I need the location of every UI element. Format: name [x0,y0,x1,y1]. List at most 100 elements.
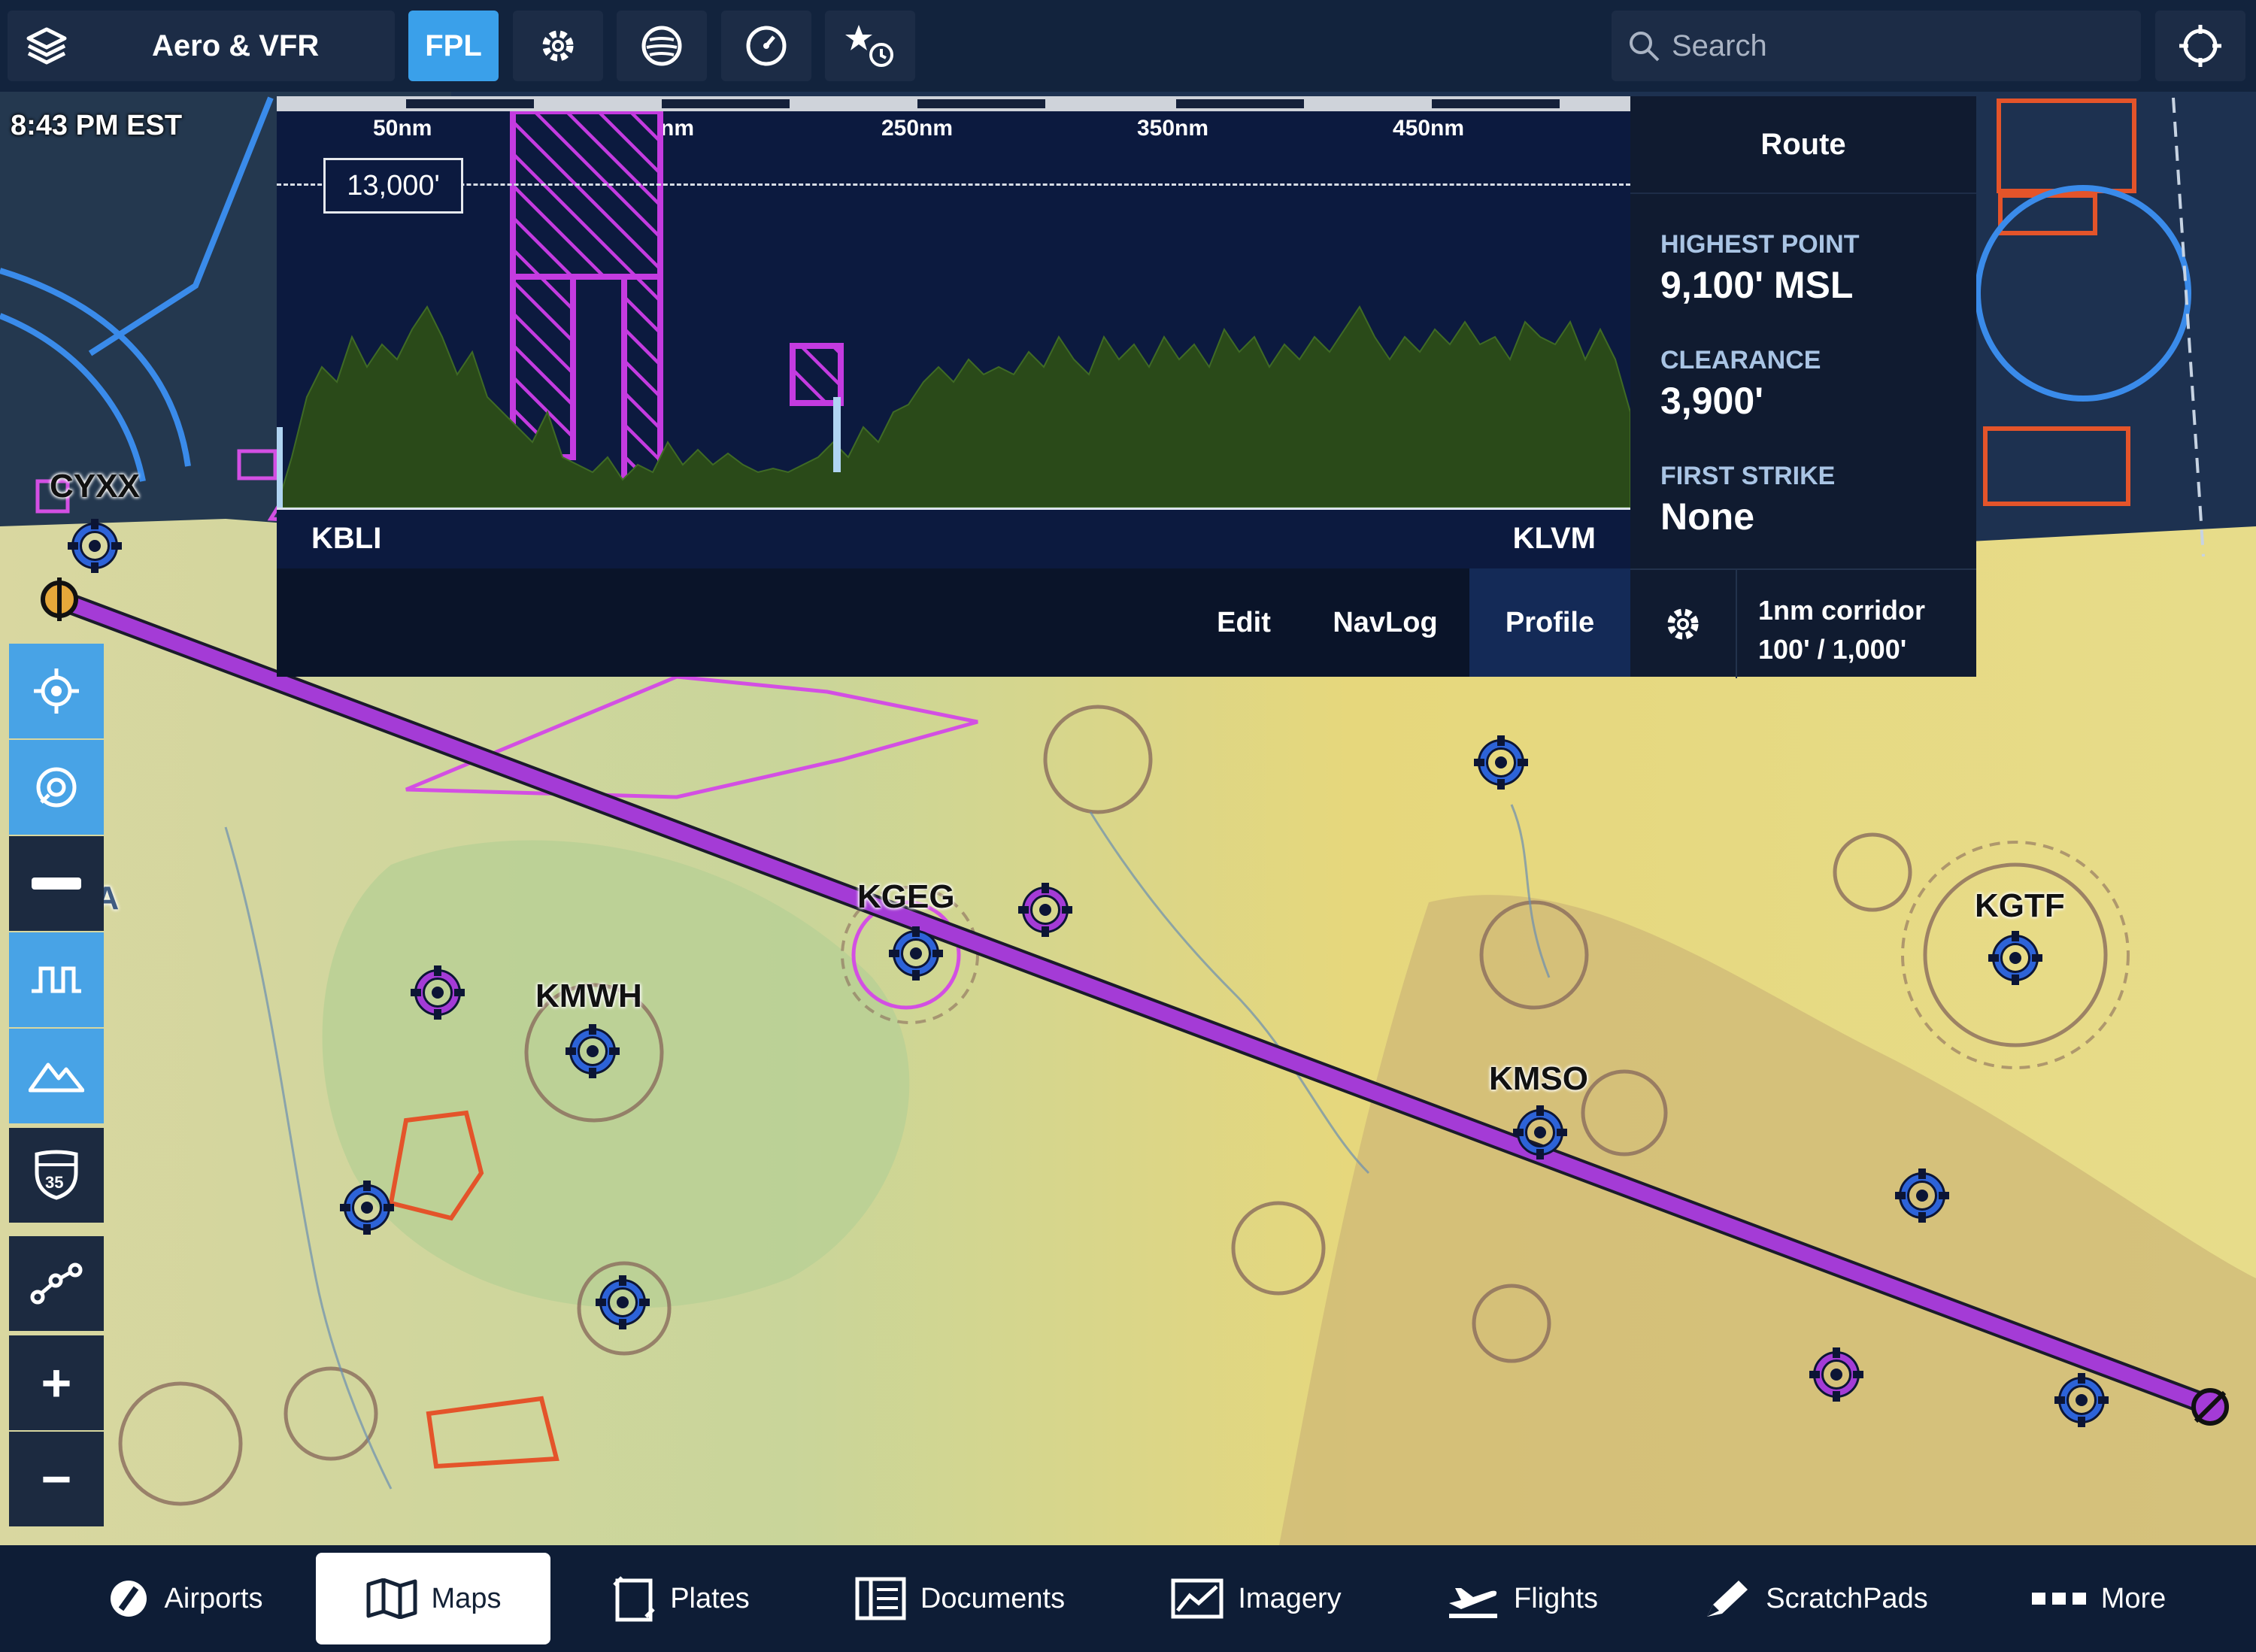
airport-symbol-icon[interactable] [594,1274,651,1331]
layers-button[interactable]: Aero & VFR [8,11,395,81]
track-up-toggle-button[interactable] [9,740,104,835]
cruise-altitude-line [277,183,1630,186]
nav-more[interactable]: More [2015,1553,2181,1644]
airport-symbol-icon[interactable] [338,1179,396,1236]
tab-profile[interactable]: Profile [1469,568,1630,677]
destination-label: KLVM [1512,522,1596,555]
search-icon [1630,32,1660,62]
route-info-panel: Route HIGHEST POINT 9,100' MSL CLEARANCE… [1630,96,1976,678]
highest-point-label: HIGHEST POINT [1660,230,1860,259]
clearance-value: 3,900' [1660,380,1764,422]
nav-documents[interactable]: Documents [839,1553,1080,1644]
top-toolbar: Aero & VFR FPL [0,0,2256,92]
airport-symbol-icon[interactable] [1512,1104,1569,1161]
more-dots-icon [2031,1593,2086,1605]
minus-bar-icon [32,878,81,890]
gear-icon [1667,608,1699,640]
search-input[interactable] [1670,28,2124,64]
nav-flights[interactable]: Flights [1432,1553,1612,1644]
hazard-advisor-button[interactable] [9,836,104,931]
location-target-icon [34,668,79,714]
nav-airports[interactable]: Airports [83,1553,286,1644]
airport-symbol-icon[interactable] [564,1023,621,1080]
airport-symbol-icon[interactable] [1017,881,1074,938]
star-clock-icon [845,25,893,67]
local-time: 8:43 PM EST [11,110,183,141]
route-shield-button[interactable]: 35 [9,1128,104,1223]
document-icon [855,1577,906,1620]
nav-plates[interactable]: Plates [594,1553,767,1644]
search-box[interactable] [1612,11,2141,81]
clearance-label: CLEARANCE [1660,346,1821,374]
airport-label-kgtf: KGTF [1975,887,2065,924]
airplane-takeoff-icon [1449,1588,1498,1618]
route-destination-marker[interactable] [2188,1385,2232,1429]
tab-navlog[interactable]: NavLog [1305,568,1465,677]
origin-label: KBLI [311,522,382,555]
airport-symbol-icon[interactable] [1894,1167,1951,1224]
nav-flights-label: Flights [1514,1582,1598,1614]
route-origin-marker[interactable] [38,577,81,621]
zoom-out-button[interactable]: − [9,1432,104,1526]
airport-symbol-icon[interactable] [2053,1372,2110,1429]
track-up-button[interactable] [2155,11,2245,81]
terrain-profile [277,111,1630,508]
nav-plates-label: Plates [670,1582,750,1614]
nav-airports-label: Airports [164,1582,263,1614]
nav-scratchpads[interactable]: ScratchPads [1687,1553,1943,1644]
shield-number: 35 [45,1173,64,1192]
mountain-icon [29,1062,84,1093]
route-draw-button[interactable] [9,1236,104,1331]
layer-name: Aero & VFR [152,29,320,62]
nav-maps-label: Maps [431,1582,502,1614]
pencil-icon [1707,1581,1748,1617]
weather-globe-icon [641,26,682,66]
chart-image-icon [1171,1578,1224,1619]
first-strike-label: FIRST STRIKE [1660,462,1836,490]
highest-point-value: 9,100' MSL [1660,264,1854,306]
center-on-ownship-button[interactable] [9,644,104,738]
airport-label-kmwh: KMWH [535,978,642,1014]
airport-label-cyxx: CYXX [50,468,140,505]
nav-documents-label: Documents [920,1582,1066,1614]
airport-symbol-icon[interactable] [887,925,945,982]
airport-symbol-icon[interactable] [1472,734,1530,791]
route-nodes-icon [30,1262,83,1305]
zoom-in-button[interactable]: + [9,1335,104,1430]
cruise-altitude-box[interactable]: 13,000' [323,158,463,214]
compass-icon [36,767,77,808]
gear-icon [542,30,574,62]
corridor-width: 1nm corridor [1758,595,1926,626]
bottom-nav: Airports Maps Plates Documents Imagery F… [0,1545,2256,1652]
instruments-button[interactable] [721,11,811,81]
corridor-settings-button[interactable] [1630,570,1737,678]
corridor-info: 1nm corridor 100' / 1,000' [1758,591,1925,669]
fpl-button[interactable]: FPL [408,11,499,81]
weather-button[interactable] [617,11,707,81]
nav-maps[interactable]: Maps [316,1553,550,1644]
layers-icon [26,27,67,65]
plus-icon: + [41,1353,72,1412]
crosshair-icon [2179,25,2221,67]
airport-symbol-icon[interactable] [409,964,466,1021]
airport-symbol-icon[interactable] [1808,1346,1865,1403]
fpl-tab-bar: Edit NavLog Profile [277,568,1630,677]
gauge-icon [746,26,787,66]
airport-symbol-icon[interactable] [1987,929,2044,987]
settings-button[interactable] [513,11,603,81]
nav-imagery-label: Imagery [1238,1582,1342,1614]
airport-compass-icon [110,1581,147,1617]
plate-icon [613,1576,655,1622]
first-strike-value: None [1660,496,1754,538]
profile-view: 50nm 150nm 250nm 350nm 450nm 13,000' KBL… [277,96,1630,677]
favorites-recents-button[interactable] [825,11,915,81]
nav-imagery[interactable]: Imagery [1158,1553,1354,1644]
airport-symbol-icon[interactable] [66,517,123,574]
profile-view-button[interactable] [9,932,104,1027]
route-title[interactable]: Route [1630,96,1976,194]
airport-label-kmso: KMSO [1489,1060,1588,1097]
tab-edit[interactable]: Edit [1184,568,1304,677]
map-icon [366,1578,417,1619]
terrain-button[interactable] [9,1029,104,1123]
nav-more-label: More [2100,1582,2167,1614]
